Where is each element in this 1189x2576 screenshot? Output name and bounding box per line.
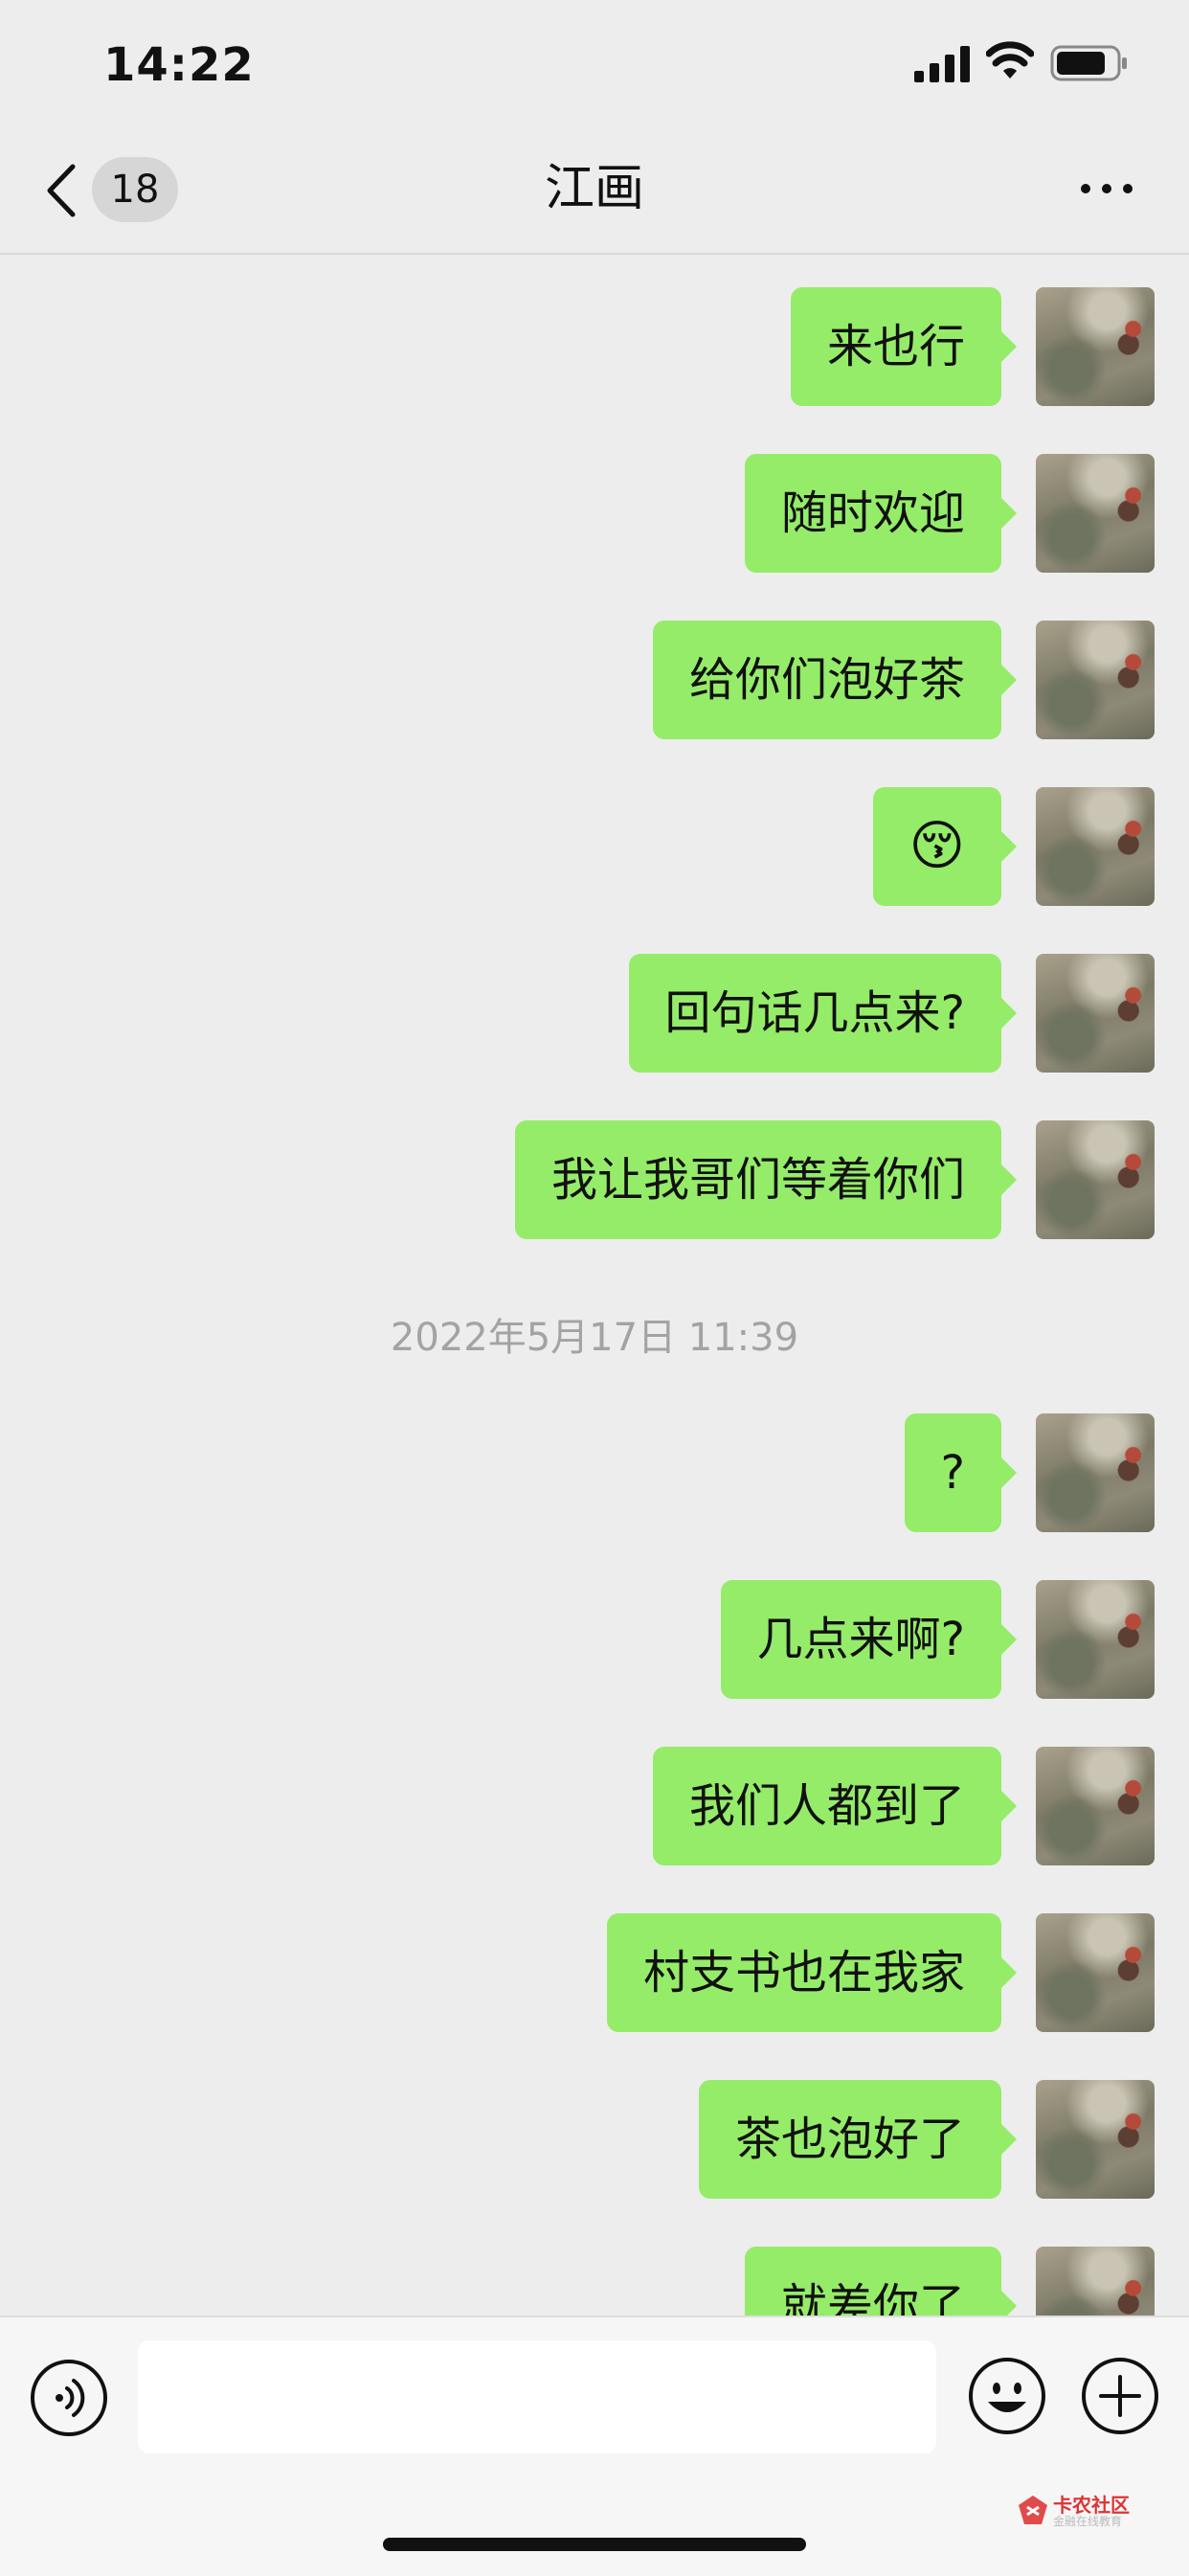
message-bubble[interactable]: 回句话几点来?	[628, 954, 1018, 1073]
cellular-signal-icon	[914, 46, 970, 82]
message-list[interactable]: 来也行 随时欢迎 给你们泡好茶 😚 回句话几点来? 我让我哥们等着你们 2022…	[0, 255, 1189, 2316]
message-bubble[interactable]: 村支书也在我家	[606, 1913, 1018, 2032]
avatar[interactable]	[1036, 787, 1155, 906]
voice-input-icon[interactable]	[29, 2358, 109, 2438]
watermark-subtitle: 金融在线教育	[1053, 2515, 1123, 2528]
message-row: 来也行	[0, 287, 1189, 406]
avatar[interactable]	[1036, 1580, 1155, 1699]
avatar[interactable]	[1036, 1413, 1155, 1532]
message-bubble[interactable]: 我们人都到了	[652, 1747, 1018, 1865]
home-indicator[interactable]	[383, 2538, 806, 2551]
battery-icon	[1050, 45, 1127, 81]
message-bubble[interactable]: 茶也泡好了	[698, 2080, 1018, 2199]
message-row: 就差你了	[0, 2247, 1189, 2316]
message-timestamp: 2022年5月17日 11:39	[390, 1316, 799, 1360]
status-bar: 14:22	[0, 0, 1189, 126]
status-time: 14:22	[103, 38, 255, 92]
avatar[interactable]	[1036, 1120, 1155, 1239]
avatar[interactable]	[1036, 621, 1155, 739]
message-bubble[interactable]: ?	[904, 1413, 1018, 1532]
message-bubble[interactable]: 我让我哥们等着你们	[514, 1120, 1018, 1239]
message-bubble[interactable]: 来也行	[790, 287, 1018, 406]
message-row: 随时欢迎	[0, 454, 1189, 573]
message-row: ?	[0, 1413, 1189, 1532]
message-row: 村支书也在我家	[0, 1913, 1189, 2032]
chat-title: 江画	[544, 160, 644, 217]
message-row: 我们人都到了	[0, 1747, 1189, 1865]
message-bubble[interactable]: 几点来啊?	[720, 1580, 1018, 1699]
message-bubble[interactable]: 就差你了	[744, 2247, 1018, 2316]
avatar[interactable]	[1036, 2080, 1155, 2199]
message-row: 回句话几点来?	[0, 954, 1189, 1073]
avatar[interactable]	[1036, 454, 1155, 573]
message-bubble[interactable]: 给你们泡好茶	[652, 621, 1018, 739]
emoji-bubble[interactable]: 😚	[872, 787, 1018, 906]
avatar[interactable]	[1036, 1913, 1155, 2032]
watermark: 卡农社区 金融在线教育	[1017, 2490, 1160, 2536]
message-row: 我让我哥们等着你们	[0, 1120, 1189, 1239]
emoji-icon[interactable]	[967, 2356, 1047, 2436]
message-bubble[interactable]: 随时欢迎	[744, 454, 1018, 573]
message-input[interactable]	[138, 2340, 936, 2453]
avatar[interactable]	[1036, 2247, 1155, 2316]
wifi-icon	[986, 41, 1034, 79]
watermark-logo-icon	[1019, 2496, 1047, 2524]
avatar[interactable]	[1036, 1747, 1155, 1865]
avatar[interactable]	[1036, 954, 1155, 1073]
avatar[interactable]	[1036, 287, 1155, 406]
message-row: 给你们泡好茶	[0, 621, 1189, 739]
input-bar: 卡农社区 金融在线教育	[0, 2316, 1189, 2576]
message-row: 😚	[0, 787, 1189, 906]
message-row: 茶也泡好了	[0, 2080, 1189, 2199]
message-row: 几点来啊?	[0, 1580, 1189, 1699]
more-options-icon[interactable]	[1078, 174, 1135, 203]
nav-bar: 18 江画	[0, 126, 1189, 255]
plus-icon[interactable]	[1080, 2356, 1160, 2436]
